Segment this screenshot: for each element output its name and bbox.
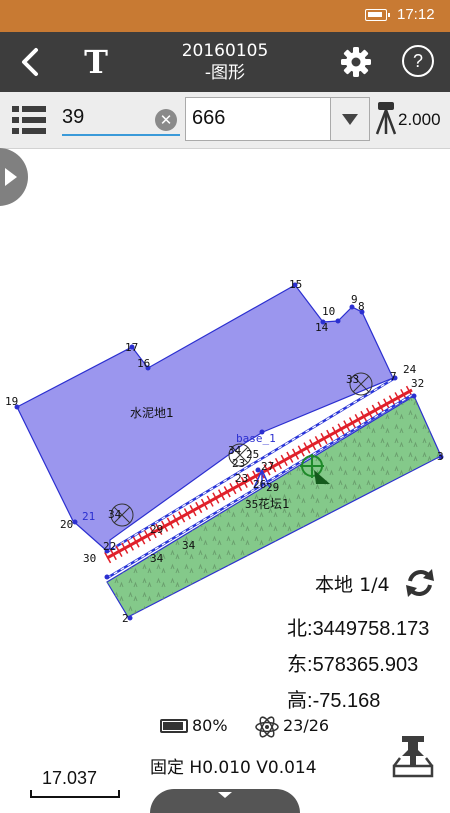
chevron-down-icon[interactable] bbox=[330, 98, 369, 140]
point-label-17: 20 bbox=[60, 518, 73, 531]
satellite-icon bbox=[255, 716, 279, 738]
title-line-2: -图形 bbox=[204, 63, 246, 83]
point-label-14: 16 bbox=[137, 357, 150, 370]
point-label-28: 29 bbox=[150, 523, 163, 536]
point-label-26: 30 bbox=[83, 552, 96, 565]
bottom-drawer-handle[interactable] bbox=[150, 789, 300, 813]
point-label-10: 10 bbox=[322, 305, 335, 318]
solution-status: 固定 H0.010 V0.014 bbox=[150, 753, 317, 778]
page-title: 20160105 -图形 bbox=[160, 40, 290, 84]
north-value: 3449758.173 bbox=[312, 618, 430, 640]
area-label-garden: 花坛1 bbox=[258, 496, 290, 511]
help-button[interactable]: ? bbox=[402, 45, 434, 77]
point-label-7: 7 bbox=[390, 370, 397, 383]
point-label-19: 22 bbox=[103, 540, 116, 553]
scale-value: 17.037 bbox=[42, 768, 98, 788]
point-label-8: 8 bbox=[358, 300, 365, 313]
east-coordinate: 东:578365.903 bbox=[287, 654, 419, 676]
point-label-16: 19 bbox=[5, 395, 18, 408]
point-label-34: 34 bbox=[182, 539, 196, 552]
point-label-9: 9 bbox=[351, 293, 358, 306]
point-label-35: 35 bbox=[245, 498, 258, 511]
coord-page: 1/4 bbox=[359, 574, 390, 596]
point-label-20: 23 bbox=[235, 472, 248, 485]
status-time: 17:12 bbox=[397, 6, 435, 23]
base-label: base_1 bbox=[236, 432, 276, 445]
refresh-icon bbox=[406, 569, 434, 597]
instrument-height-icon[interactable] bbox=[374, 100, 398, 136]
chevron-left-icon bbox=[22, 48, 38, 76]
point-toolbar: 666 2.000 bbox=[0, 92, 450, 149]
gear-icon bbox=[341, 47, 371, 77]
precision-value: H0.010 V0.014 bbox=[189, 758, 317, 778]
back-button[interactable] bbox=[14, 44, 50, 80]
measure-button[interactable] bbox=[388, 730, 438, 780]
point-label-15: 17 bbox=[125, 341, 138, 354]
east-value: 578365.903 bbox=[312, 654, 419, 676]
instrument-height-value: 2.000 bbox=[398, 110, 441, 129]
map-canvas[interactable]: 19 20 21 22 30 2 3 17 16 15 10 14 9 8 7 … bbox=[0, 148, 450, 800]
east-label: 东 bbox=[287, 654, 307, 676]
battery-percent: 80% bbox=[192, 716, 228, 735]
refresh-button[interactable] bbox=[402, 565, 438, 601]
text-tool-button[interactable]: T bbox=[76, 40, 116, 84]
height-coordinate: 高:-75.168 bbox=[287, 690, 381, 712]
clear-input-button[interactable]: ✕ bbox=[155, 109, 177, 131]
coord-mode-label: 本地 bbox=[315, 574, 354, 596]
title-bar: T 20160105 -图形 ? bbox=[0, 32, 450, 92]
point-label-13: 15 bbox=[289, 278, 302, 291]
point-label-21: 23 bbox=[232, 457, 245, 470]
point-label-30: 33 bbox=[346, 373, 359, 386]
point-label-31: 34 bbox=[228, 444, 242, 457]
satellite-count: 23/26 bbox=[283, 716, 330, 735]
point-list-button[interactable] bbox=[12, 104, 46, 136]
point-label-12: 14 bbox=[315, 321, 329, 334]
point-label-33: 34 bbox=[150, 552, 164, 565]
north-coordinate: 北:3449758.173 bbox=[287, 618, 430, 640]
battery-icon bbox=[160, 719, 188, 733]
point-label-27: 29 bbox=[266, 481, 279, 494]
battery-charging-icon bbox=[365, 9, 390, 21]
settings-button[interactable] bbox=[338, 44, 374, 80]
point-label-2: 2 bbox=[122, 612, 129, 625]
point-label-24: 26 bbox=[253, 478, 266, 491]
code-select[interactable]: 666 bbox=[185, 97, 370, 141]
point-label-22: 24 bbox=[403, 363, 417, 376]
code-value: 666 bbox=[192, 107, 226, 129]
point-label-29: 32 bbox=[411, 377, 424, 390]
point-label-23: 25 bbox=[246, 448, 259, 461]
height-value: -75.168 bbox=[312, 690, 381, 712]
title-line-1: 20160105 bbox=[181, 41, 269, 61]
point-label-3: 3 bbox=[437, 450, 444, 463]
list-icon bbox=[12, 106, 46, 134]
point-label-25: 27 bbox=[261, 460, 274, 473]
status-bar: 17:12 bbox=[0, 0, 450, 32]
survey-instrument-icon bbox=[392, 736, 434, 778]
solution-label: 固定 bbox=[150, 758, 184, 778]
point-label-18: 21 bbox=[82, 510, 95, 523]
height-label: 高 bbox=[287, 690, 307, 712]
point-label-32: 34 bbox=[108, 508, 122, 521]
area-label-building: 水泥地1 bbox=[130, 406, 174, 420]
scale-bar bbox=[30, 790, 120, 798]
coordinate-system-row: 本地 1/4 bbox=[315, 570, 390, 597]
north-label: 北 bbox=[287, 618, 307, 640]
area-building[interactable] bbox=[16, 284, 394, 552]
